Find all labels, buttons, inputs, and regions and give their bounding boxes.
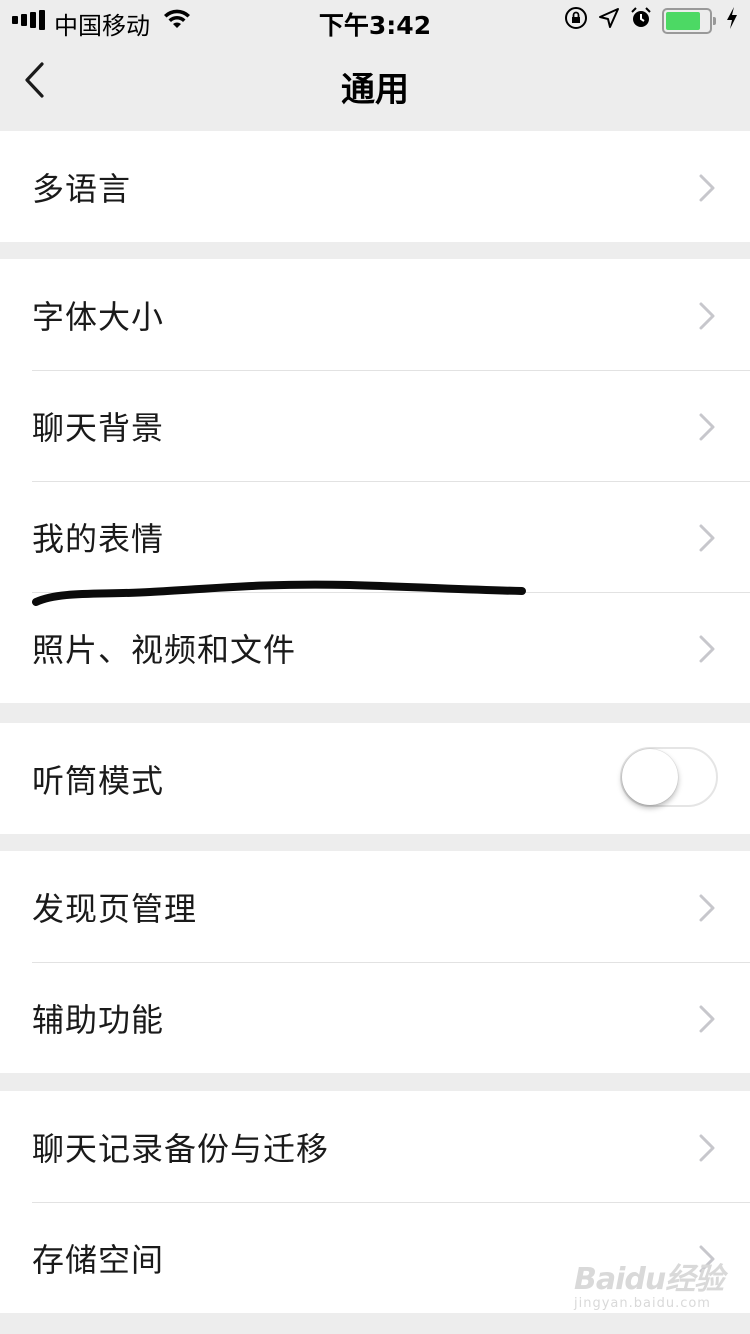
baidu-watermark: Baidu经验 jingyan.baidu.com xyxy=(574,1254,724,1320)
row-label: 照片、视频和文件 xyxy=(32,630,297,669)
row-chat-background[interactable]: 聊天背景 xyxy=(0,370,750,481)
settings-group-chat: 字体大小 聊天背景 我的表情 照片、视频和文件 xyxy=(0,259,750,703)
status-right-icons xyxy=(564,6,738,36)
settings-group-language: 多语言 xyxy=(0,131,750,242)
row-label: 存储空间 xyxy=(32,1240,165,1279)
row-label: 多语言 xyxy=(32,169,132,208)
chevron-right-icon xyxy=(698,634,716,664)
watermark-url: jingyan.baidu.com xyxy=(574,1296,711,1311)
row-label: 聊天记录备份与迁移 xyxy=(32,1129,330,1168)
chevron-right-icon xyxy=(698,1004,716,1034)
row-label: 我的表情 xyxy=(32,519,165,558)
row-photos-videos-files[interactable]: 照片、视频和文件 xyxy=(0,592,750,703)
row-my-stickers[interactable]: 我的表情 xyxy=(0,481,750,592)
battery-icon xyxy=(662,8,716,34)
chevron-right-icon xyxy=(698,893,716,923)
page-title: 通用 xyxy=(341,70,409,110)
orientation-lock-icon xyxy=(564,6,588,36)
chevron-right-icon xyxy=(698,1133,716,1163)
row-earpiece-mode: 听筒模式 xyxy=(0,723,750,834)
row-language[interactable]: 多语言 xyxy=(0,131,750,242)
location-icon xyxy=(598,7,620,35)
nav-bar: 通用 xyxy=(0,40,750,130)
status-bar: 中国移动 下午3:42 xyxy=(0,0,750,40)
toggle-knob xyxy=(622,749,678,805)
row-accessibility[interactable]: 辅助功能 xyxy=(0,962,750,1073)
row-label: 辅助功能 xyxy=(32,1000,165,1039)
row-font-size[interactable]: 字体大小 xyxy=(0,259,750,370)
row-label: 聊天背景 xyxy=(32,408,165,447)
chevron-right-icon xyxy=(698,523,716,553)
row-discover-management[interactable]: 发现页管理 xyxy=(0,851,750,962)
row-label: 字体大小 xyxy=(32,297,165,336)
charging-icon xyxy=(726,7,738,35)
chevron-right-icon xyxy=(698,301,716,331)
row-chat-backup-migration[interactable]: 聊天记录备份与迁移 xyxy=(0,1091,750,1202)
earpiece-mode-toggle[interactable] xyxy=(620,747,718,807)
settings-group-earpiece: 听筒模式 xyxy=(0,723,750,834)
watermark-logo: Baidu经验 xyxy=(574,1262,724,1297)
chevron-right-icon xyxy=(698,412,716,442)
row-label: 听筒模式 xyxy=(32,761,165,800)
alarm-icon xyxy=(630,7,652,35)
row-label: 发现页管理 xyxy=(32,889,198,928)
chevron-right-icon xyxy=(698,173,716,203)
settings-group-discover: 发现页管理 辅助功能 xyxy=(0,851,750,1073)
